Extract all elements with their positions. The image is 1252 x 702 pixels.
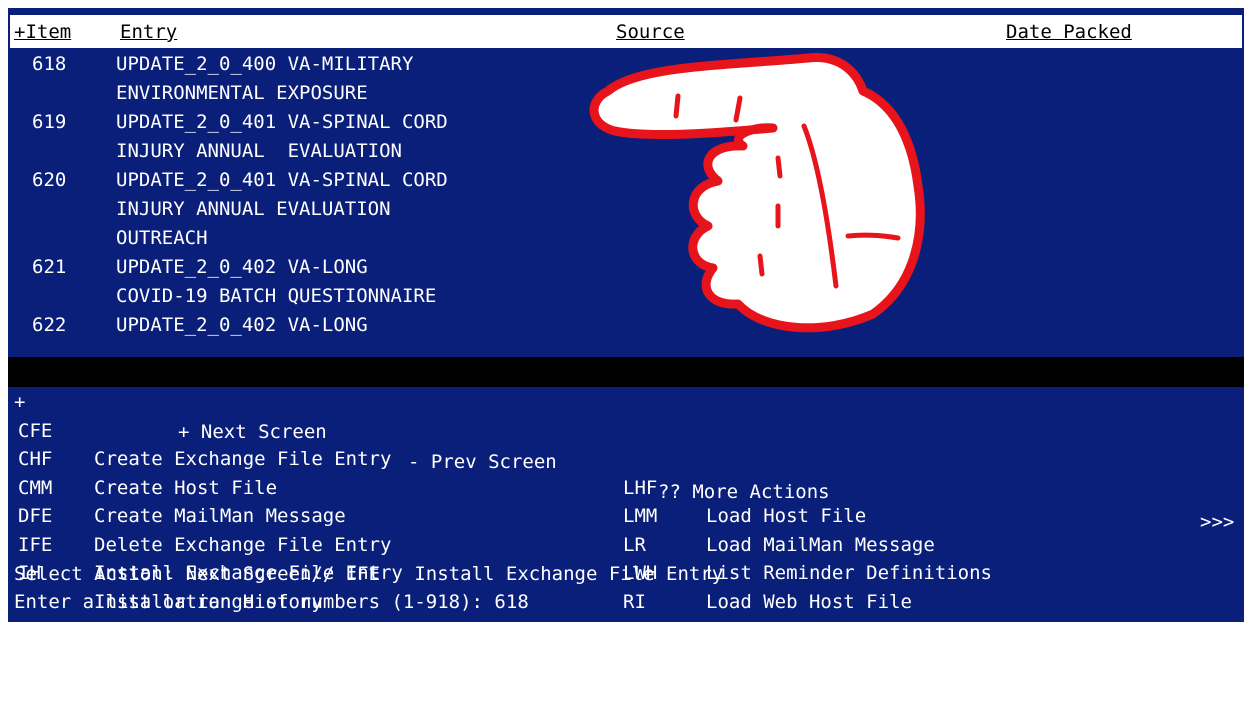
action-row: DFE Delete Exchange File Entry LWH Load … <box>8 474 1244 613</box>
navigation-bar: + + Next Screen - Prev Screen ?? More Ac… <box>8 357 1244 533</box>
item-number: 618 <box>32 53 67 75</box>
action-label: Reminder Definition Inquiry <box>706 619 1015 641</box>
action-label: Load Web Host File <box>706 590 912 613</box>
action-row: CHF Create Host File LMM Load MailMan Me… <box>8 417 1244 556</box>
item-entry: UPDATE_2_0_401 VA-SPINAL CORD <box>116 169 448 191</box>
terminal-window: +Item Entry Source Date Packed 618 UPDATE… <box>8 8 1244 670</box>
item-entry: COVID-19 BATCH QUESTIONNAIRE <box>116 285 437 307</box>
action-label: Repack <box>706 647 775 670</box>
action-label: List Reminder Definitions <box>706 562 992 584</box>
item-entry: UPDATE_2_0_402 VA-LONG <box>116 256 368 278</box>
item-number: 622 <box>32 314 67 336</box>
header-item: +Item <box>14 21 72 43</box>
item-entry: INJURY ANNUAL EVALUATION <box>116 198 391 220</box>
action-menu: CFE Create Exchange File Entry LHF Load … <box>8 388 1244 670</box>
item-entry: UPDATE_2_0_402 VA-LONG <box>116 314 368 336</box>
range-input-prompt[interactable]: Enter a list or range of numbers (1-918)… <box>14 588 529 616</box>
header-date-packed: Date Packed <box>1006 21 1132 43</box>
item-entry: UPDATE_2_0_401 VA-SPINAL CORD <box>116 111 448 133</box>
item-number: 620 <box>32 169 67 191</box>
item-entry: UPDATE_2_0_400 VA-MILITARY <box>116 53 414 75</box>
item-number: 619 <box>32 111 67 133</box>
item-entry: INJURY ANNUAL EVALUATION <box>116 140 402 162</box>
action-repack[interactable]: RP <box>623 616 646 645</box>
item-entry: OUTREACH <box>116 227 208 249</box>
action-row: CMM Create MailMan Message LR List Remin… <box>8 445 1244 585</box>
action-row: CFE Create Exchange File Entry LHF Load … <box>8 388 1244 528</box>
item-number: 621 <box>32 256 67 278</box>
header-entry: Entry <box>120 21 178 43</box>
pointing-hand-icon <box>568 36 948 351</box>
action-reminder-definition-inquiry[interactable]: RI <box>623 588 646 617</box>
action-row: IFE Install Exchange File Entry RI Remin… <box>8 502 1244 642</box>
action-row: IH Installation History RP Repack <box>8 531 1244 670</box>
select-action-prompt: Select Action: Next Screen// IFE Install… <box>14 563 724 585</box>
item-entry: ENVIRONMENTAL EXPOSURE <box>116 82 368 104</box>
